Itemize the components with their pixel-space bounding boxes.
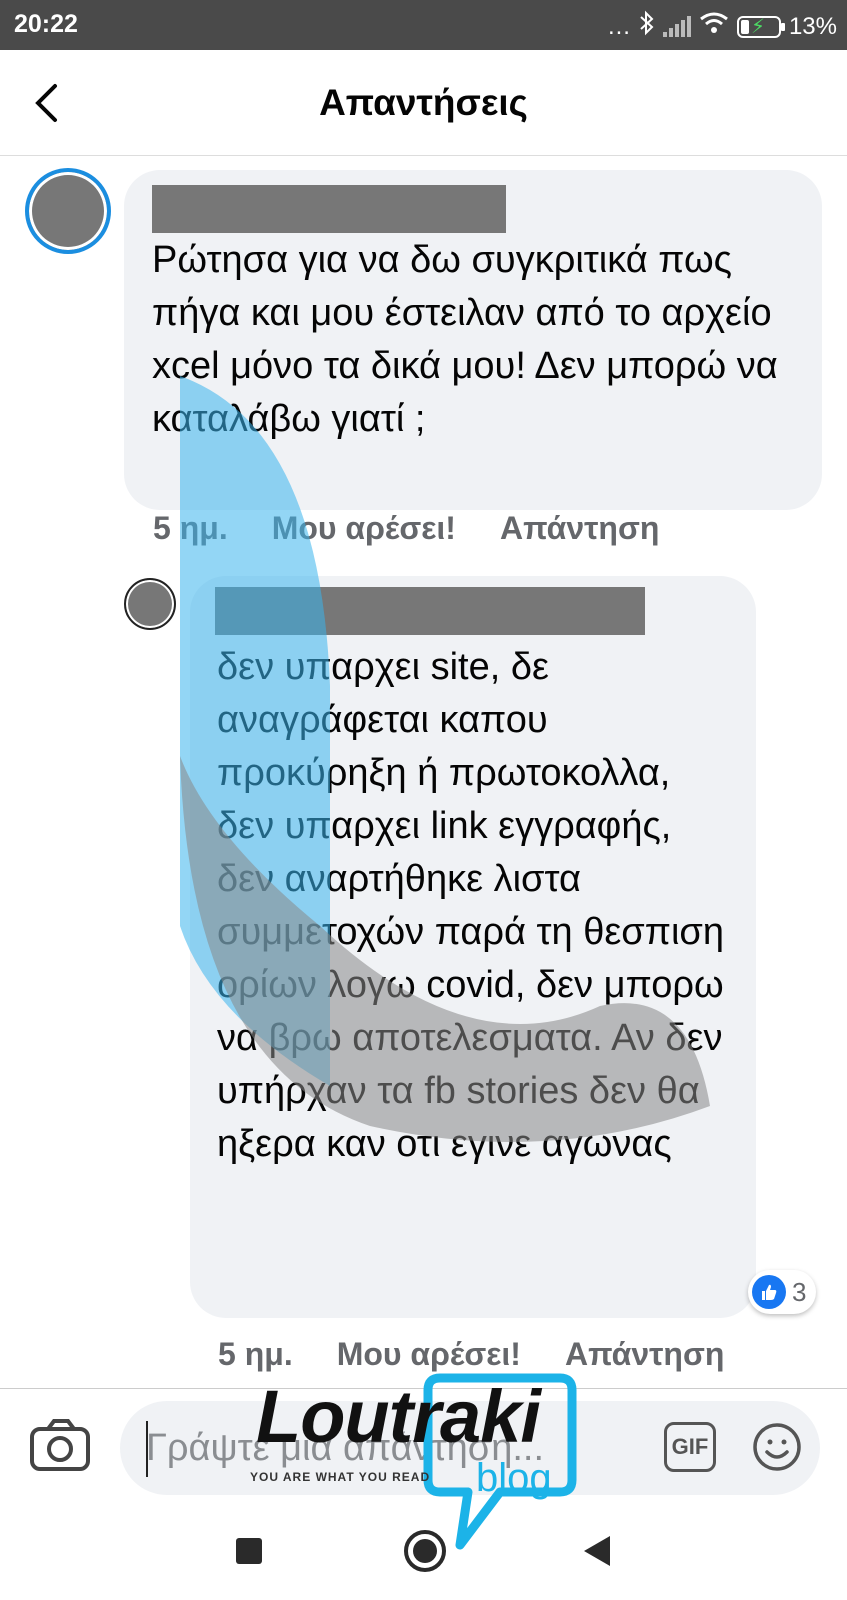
reply-bubble[interactable]: δεν υπαρχει site, δε αναγράφεται καπου π… [190,576,756,1318]
reply-text: δεν υπαρχει site, δε αναγράφεται καπου π… [217,646,724,1165]
comment-actions: 5 ημ. Μου αρέσει! Απάντηση [153,510,703,547]
reply-like-link[interactable]: Μου αρέσει! [337,1336,521,1373]
replies-thread[interactable]: Ρώτησα για να δω συγκριτικά πως πήγα και… [0,156,847,1388]
reply-avatar[interactable] [124,578,176,630]
camera-button[interactable] [28,1415,94,1477]
wifi-icon [699,11,729,42]
header: Απαντήσεις [0,50,847,156]
comment-text: Ρώτησα για να δω συγκριτικά πως πήγα και… [152,239,778,440]
avatar[interactable] [25,168,111,254]
status-time: 20:22 [14,10,78,38]
comment-bubble[interactable]: Ρώτησα για να δω συγκριτικά πως πήγα και… [124,170,822,510]
redacted-author-name [152,185,506,233]
smiley-icon [753,1423,801,1471]
status-icons: ... ⚡ 13% [608,10,837,43]
battery-percent: 13% [788,12,837,40]
reply-timestamp: 5 ημ. [218,1336,293,1372]
battery-icon: ⚡ [736,15,785,38]
reply-composer: GIF [0,1388,847,1508]
reply-input-container: GIF [120,1401,820,1495]
page-title: Απαντήσεις [319,82,528,123]
comment-timestamp: 5 ημ. [153,510,228,546]
gif-button[interactable]: GIF [664,1422,716,1472]
system-nav-bar [0,1508,847,1600]
bluetooth-icon [639,10,655,43]
status-bar: 20:22 ... ⚡ 13% [0,0,847,50]
reply-reply-link[interactable]: Απάντηση [565,1336,724,1373]
more-notifications-icon: ... [607,12,631,40]
redacted-author-name [215,587,645,635]
like-link[interactable]: Μου αρέσει! [272,510,456,547]
reply-input[interactable] [146,1401,616,1495]
reaction-count: 3 [792,1276,807,1307]
home-button[interactable] [404,1530,446,1572]
thumbs-up-icon [752,1275,786,1309]
reply-link[interactable]: Απάντηση [500,510,659,547]
camera-icon [30,1419,90,1471]
emoji-button[interactable] [752,1422,802,1472]
system-back-button[interactable] [584,1536,610,1566]
reaction-badge[interactable]: 3 [748,1270,816,1314]
recent-apps-button[interactable] [236,1538,262,1564]
reply-actions: 5 ημ. Μου αρέσει! Απάντηση [218,1336,768,1373]
cellular-signal-icon [662,15,691,37]
